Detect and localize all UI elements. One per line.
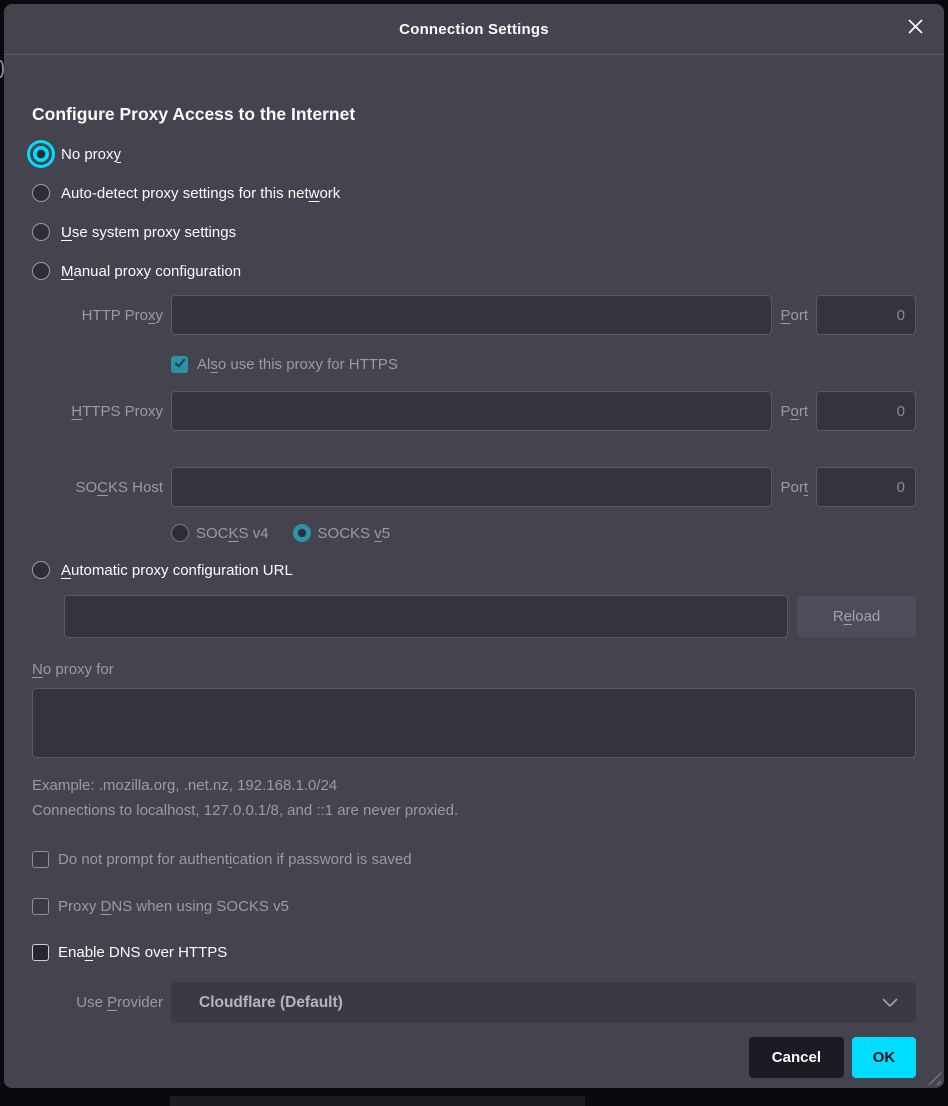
ok-button[interactable]: OK bbox=[852, 1037, 916, 1078]
no-proxy-example-text: Example: .mozilla.org, .net.nz, 192.168.… bbox=[32, 775, 916, 795]
chevron-down-icon bbox=[882, 998, 898, 1008]
socks-version-row: SOCKS v4 SOCKS v5 bbox=[171, 523, 916, 543]
radio-row-no-proxy[interactable]: No proxy bbox=[32, 142, 916, 166]
radio-auto-detect[interactable] bbox=[32, 184, 50, 202]
dns-over-https-label: Enable DNS over HTTPS bbox=[58, 944, 227, 961]
radio-row-use-system[interactable]: Use system proxy settings bbox=[32, 220, 916, 244]
radio-socks-v4-label: SOCKS v4 bbox=[196, 525, 269, 542]
radio-socks-v5-label: SOCKS v5 bbox=[318, 525, 391, 542]
provider-row: Use Provider Cloudflare (Default) bbox=[32, 982, 916, 1023]
radio-manual-proxy[interactable] bbox=[32, 262, 50, 280]
dialog-content: Configure Proxy Access to the Internet N… bbox=[4, 103, 944, 1078]
never-proxied-note: Connections to localhost, 127.0.0.1/8, a… bbox=[32, 800, 916, 820]
provider-selected-value: Cloudflare (Default) bbox=[199, 994, 343, 1012]
dialog-title: Connection Settings bbox=[399, 21, 549, 38]
no-auth-prompt-row[interactable]: Do not prompt for authentication if pass… bbox=[32, 849, 916, 869]
radio-use-system[interactable] bbox=[32, 223, 50, 241]
radio-manual-proxy-label: Manual proxy configuration bbox=[61, 263, 241, 280]
footer-buttons: Cancel OK bbox=[32, 1037, 916, 1078]
radio-socks-v4[interactable] bbox=[171, 524, 189, 542]
proxy-dns-row[interactable]: Proxy DNS when using SOCKS v5 bbox=[32, 896, 916, 916]
radio-row-auto-detect[interactable]: Auto-detect proxy settings for this netw… bbox=[32, 181, 916, 205]
provider-dropdown[interactable]: Cloudflare (Default) bbox=[171, 982, 916, 1023]
socks-port-input[interactable] bbox=[816, 467, 916, 507]
https-port-label: Port bbox=[780, 403, 808, 420]
no-auth-prompt-label: Do not prompt for authentication if pass… bbox=[58, 851, 412, 868]
no-proxy-for-label: No proxy for bbox=[32, 659, 916, 679]
close-icon bbox=[906, 17, 925, 41]
also-https-row[interactable]: Also use this proxy for HTTPS bbox=[171, 354, 916, 374]
socks-host-input[interactable] bbox=[171, 467, 772, 507]
radio-no-proxy[interactable] bbox=[33, 146, 49, 162]
checkmark-icon bbox=[174, 356, 186, 373]
dns-over-https-row[interactable]: Enable DNS over HTTPS bbox=[32, 942, 916, 962]
radio-no-proxy-label: No proxy bbox=[61, 146, 121, 163]
radio-row-manual[interactable]: Manual proxy configuration bbox=[32, 259, 916, 283]
radio-auto-url-label: Automatic proxy configuration URL bbox=[61, 562, 293, 579]
http-port-input[interactable] bbox=[816, 295, 916, 335]
auto-url-row: Reload bbox=[64, 595, 916, 638]
http-proxy-label: HTTP Proxy bbox=[32, 307, 163, 324]
https-port-input[interactable] bbox=[816, 391, 916, 431]
dialog-titlebar: Connection Settings bbox=[4, 4, 944, 55]
socks-host-row: SOCKS Host Port bbox=[32, 467, 916, 507]
radio-auto-detect-label: Auto-detect proxy settings for this netw… bbox=[61, 185, 340, 202]
http-port-label: Port bbox=[780, 307, 808, 324]
checkbox-dns-over-https[interactable] bbox=[32, 944, 49, 961]
checkbox-proxy-dns[interactable] bbox=[32, 898, 49, 915]
radio-auto-url[interactable] bbox=[32, 561, 50, 579]
http-proxy-input[interactable] bbox=[171, 295, 772, 335]
checkbox-no-auth-prompt[interactable] bbox=[32, 851, 49, 868]
reload-button[interactable]: Reload bbox=[797, 596, 916, 637]
also-https-label: Also use this proxy for HTTPS bbox=[197, 356, 398, 373]
auto-url-input[interactable] bbox=[64, 595, 788, 638]
https-proxy-label: HTTPS Proxy bbox=[32, 403, 163, 420]
radio-row-auto-url[interactable]: Automatic proxy configuration URL bbox=[32, 558, 916, 582]
proxy-dns-label: Proxy DNS when using SOCKS v5 bbox=[58, 898, 289, 915]
cancel-button[interactable]: Cancel bbox=[749, 1037, 844, 1078]
connection-settings-dialog: Connection Settings Configure Proxy Acce… bbox=[4, 4, 944, 1088]
use-provider-label: Use Provider bbox=[32, 994, 163, 1011]
http-proxy-row: HTTP Proxy Port bbox=[32, 295, 916, 335]
https-proxy-input[interactable] bbox=[171, 391, 772, 431]
radio-use-system-label: Use system proxy settings bbox=[61, 224, 236, 241]
no-proxy-for-textarea[interactable] bbox=[32, 688, 916, 758]
checkbox-also-https[interactable] bbox=[171, 356, 188, 373]
socks-host-label: SOCKS Host bbox=[32, 479, 163, 496]
https-proxy-row: HTTPS Proxy Port bbox=[32, 391, 916, 431]
socks-port-label: Port bbox=[780, 479, 808, 496]
background-page-strip bbox=[170, 1096, 585, 1106]
close-button[interactable] bbox=[900, 14, 930, 44]
page-title: Configure Proxy Access to the Internet bbox=[32, 103, 916, 126]
radio-socks-v5[interactable] bbox=[293, 524, 311, 542]
